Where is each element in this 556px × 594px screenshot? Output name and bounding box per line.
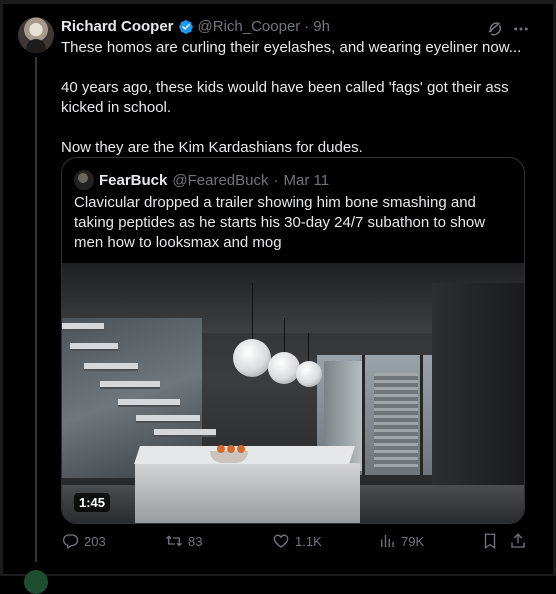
like-count: 1.1K [295, 533, 322, 549]
author-avatar[interactable] [18, 17, 54, 53]
repost-button[interactable]: 83 [165, 532, 202, 550]
bookmark-icon [484, 533, 496, 550]
next-reply-avatar[interactable] [24, 570, 48, 594]
author-name[interactable]: Richard Cooper [61, 18, 174, 35]
video-frame-cord [284, 318, 285, 356]
tweet-text: These homos are curling their eyelashes,… [61, 38, 531, 158]
video-frame-fruit [227, 445, 235, 453]
like-icon [273, 534, 289, 548]
action-bar: 203 83 1.1K 79K [61, 532, 531, 556]
quote-date: Mar 11 [283, 171, 330, 189]
separator-dot: · [304, 18, 310, 35]
thread-line [35, 57, 37, 562]
tweet-paragraph: 40 years ago, these kids would have been… [61, 79, 509, 116]
more-icon[interactable] [510, 18, 532, 40]
tweet-time[interactable]: 9h [313, 18, 330, 35]
tweet-paragraph: These homos are curling their eyelashes,… [61, 39, 522, 56]
share-button[interactable] [509, 532, 527, 550]
author-handle[interactable]: @Rich_Cooper [198, 18, 301, 35]
video-frame-island [135, 463, 360, 523]
window-frame-top [0, 0, 556, 4]
repost-count: 83 [188, 533, 203, 549]
video-frame-stair [62, 323, 104, 329]
quote-author-avatar [74, 170, 94, 190]
video-frame-stair [118, 399, 180, 405]
video-frame-stair [136, 415, 200, 421]
video-frame-building [374, 373, 418, 471]
video-frame-pendant [233, 339, 271, 377]
verified-badge-icon [178, 19, 194, 35]
views-icon [381, 535, 394, 547]
like-button[interactable]: 1.1K [272, 532, 322, 550]
share-icon [511, 533, 525, 548]
video-frame-cord [308, 333, 309, 363]
video-frame-cord [252, 283, 253, 341]
reply-button[interactable]: 203 [61, 532, 106, 550]
video-frame-stair [154, 429, 216, 435]
video-player[interactable]: 1:45 [62, 263, 524, 523]
bookmark-button[interactable] [481, 532, 499, 550]
video-frame-mullion [420, 355, 423, 475]
grok-icon[interactable] [484, 18, 506, 40]
video-frame-pendant [268, 352, 300, 384]
views-count: 79K [401, 533, 425, 549]
video-frame-fruit [217, 445, 225, 453]
quote-author-name: FearBuck [99, 171, 168, 189]
video-frame-fruit [237, 445, 245, 453]
tweet-paragraph: Now they are the Kim Kardashians for dud… [61, 139, 363, 156]
repost-icon [166, 535, 182, 547]
video-duration: 1:45 [74, 493, 111, 512]
video-frame-stair [100, 381, 160, 387]
video-frame-mullion [362, 355, 365, 475]
quote-text: Clavicular dropped a trailer showing him… [74, 194, 486, 251]
tweet-header: Richard Cooper @Rich_Cooper · 9h [61, 18, 330, 35]
video-frame-stair [84, 363, 138, 369]
views-button[interactable]: 79K [378, 532, 424, 550]
video-frame-stair [70, 343, 118, 349]
reply-count: 203 [84, 533, 106, 549]
quoted-tweet[interactable]: FearBuck @FearedBuck · Mar 11 Clavicular… [61, 157, 525, 524]
quote-author-handle: @FearedBuck [172, 171, 269, 189]
separator-dot: · [273, 171, 279, 189]
video-frame-pendant [296, 361, 322, 387]
quote-header: FearBuck @FearedBuck · Mar 11 [74, 170, 329, 190]
window-frame-left [0, 0, 3, 576]
reply-icon [62, 534, 79, 549]
